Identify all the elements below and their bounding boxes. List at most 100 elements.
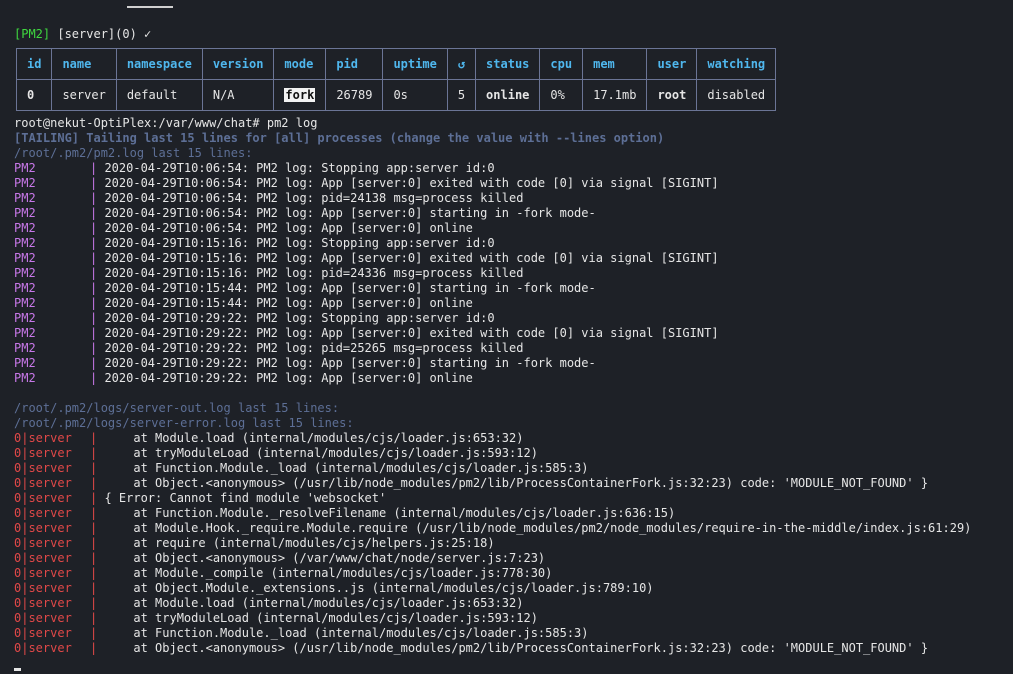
log-separator: | [90, 536, 105, 550]
error-log-line: 0|server | at Object.Module._extensions..… [14, 581, 1004, 596]
pm2-label: PM2 [14, 221, 36, 235]
cell-namespace: default [115, 79, 203, 111]
pm2-label: PM2 [14, 281, 36, 295]
log-text: 2020-04-29T10:06:54: PM2 log: App [serve… [104, 221, 473, 235]
error-log-line: 0|server | at require (internal/modules/c… [14, 536, 1004, 551]
log-text: 2020-04-29T10:06:54: PM2 log: App [serve… [104, 176, 719, 190]
table-header-row: id name namespace version mode pid uptime ↺ stat… [15, 48, 777, 80]
pm2-label: PM2 [14, 326, 36, 340]
cell-status: online [475, 79, 541, 111]
log-text: 2020-04-29T10:15:44: PM2 log: App [serve… [104, 281, 596, 295]
cell-watching: disabled [696, 79, 777, 111]
error-label: 0|server [14, 506, 72, 520]
log-separator: | [90, 431, 105, 445]
column-header: uptime [382, 48, 448, 80]
pm2-log-line: PM2 | 2020-04-29T10:15:44: PM2 log: App [… [14, 296, 1004, 311]
error-label: 0|server [14, 581, 72, 595]
pm2-label: PM2 [14, 176, 36, 190]
log-separator: | [90, 341, 105, 355]
log-separator: | [90, 206, 105, 220]
log-text: at Function.Module._load (internal/modul… [104, 461, 589, 475]
pm2-log-line: PM2 | 2020-04-29T10:15:16: PM2 log: pid=2… [14, 266, 1004, 281]
log-separator: | [90, 326, 105, 340]
log-text: at Object.<anonymous> (/usr/lib/node_mod… [104, 641, 929, 655]
error-label: 0|server [14, 521, 72, 535]
cell-cpu: 0% [539, 79, 584, 111]
error-label: 0|server [14, 626, 72, 640]
cell-name: server [51, 79, 117, 111]
pm2-label: PM2 [14, 296, 36, 310]
cell-version: N/A [201, 79, 275, 111]
error-label: 0|server [14, 461, 72, 475]
error-label: 0|server [14, 641, 72, 655]
error-log-line: 0|server | at Module.load (internal/modul… [14, 431, 1004, 446]
log-separator: | [90, 311, 105, 325]
log-text: at Object.Module._extensions..js (intern… [104, 581, 654, 595]
log-text: at tryModuleLoad (internal/modules/cjs/l… [104, 446, 538, 460]
log-separator: | [90, 641, 105, 655]
pm2-label: PM2 [14, 356, 36, 370]
pm2-label: PM2 [14, 251, 36, 265]
pm2-log-line: PM2 | 2020-04-29T10:29:22: PM2 log: App [… [14, 356, 1004, 371]
out-log-header: /root/.pm2/logs/server-out.log last 15 l… [14, 401, 340, 415]
pm2-log-header: /root/.pm2/pm2.log last 15 lines: [14, 146, 253, 160]
error-label: 0|server [14, 536, 72, 550]
pm2-label: PM2 [14, 341, 36, 355]
error-label: 0|server [14, 566, 72, 580]
error-label: 0|server [14, 431, 72, 445]
log-text: 2020-04-29T10:15:16: PM2 log: App [serve… [104, 251, 719, 265]
column-header: mem [582, 48, 648, 80]
pm2-label: PM2 [14, 191, 36, 205]
pm2-log-line: PM2 | 2020-04-29T10:06:54: PM2 log: App [… [14, 206, 1004, 221]
terminal-cursor [14, 668, 21, 671]
log-text: at require (internal/modules/cjs/helpers… [104, 536, 495, 550]
log-text: 2020-04-29T10:29:22: PM2 log: App [serve… [104, 326, 719, 340]
error-log-line: 0|server | at Module.Hook._require.Module… [14, 521, 1004, 536]
pm2-label: PM2 [14, 311, 36, 325]
error-log-line: 0|server | at Function.Module._resolveFil… [14, 506, 1004, 521]
column-header: user [646, 48, 698, 80]
error-label: 0|server [14, 611, 72, 625]
log-separator: | [90, 446, 105, 460]
error-log-header: /root/.pm2/logs/server-error.log last 15… [14, 416, 354, 430]
process-table: id name namespace version mode pid uptime ↺ stat… [15, 48, 777, 111]
log-text: 2020-04-29T10:29:22: PM2 log: App [serve… [104, 356, 596, 370]
column-header: id [15, 48, 53, 80]
pm2-log-line: PM2 | 2020-04-29T10:06:54: PM2 log: Stopp… [14, 161, 1004, 176]
log-text: at Function.Module._load (internal/modul… [104, 626, 589, 640]
log-text: at Object.<anonymous> (/var/www/chat/nod… [104, 551, 546, 565]
log-text: at Module.load (internal/modules/cjs/loa… [104, 596, 524, 610]
cell-mode: fork [273, 79, 327, 111]
column-header: status [475, 48, 541, 80]
log-separator: | [90, 521, 105, 535]
error-log-line: 0|server | at Object.<anonymous> (/usr/li… [14, 476, 1004, 491]
pm2-prompt-line: [PM2] [server](0) ✓ [14, 27, 151, 42]
log-separator: | [90, 491, 105, 505]
log-separator: | [90, 596, 105, 610]
log-text: 2020-04-29T10:06:54: PM2 log: pid=24138 … [104, 191, 524, 205]
pm2-log-line: PM2 | 2020-04-29T10:29:22: PM2 log: Stopp… [14, 311, 1004, 326]
error-log-line: 0|server | at Object.<anonymous> (/var/ww… [14, 551, 1004, 566]
command-line: root@nekut-OptiPlex:/var/www/chat# pm2 l… [14, 116, 318, 130]
cell-uptime: 0s [382, 79, 448, 111]
pm2-label: PM2 [14, 371, 36, 385]
error-log-line: 0|server | at tryModuleLoad (internal/mod… [14, 446, 1004, 461]
error-log-line: 0|server | { Error: Cannot find module 'w… [14, 491, 1004, 506]
error-log-line: 0|server | at Function.Module._load (inte… [14, 461, 1004, 476]
log-text: 2020-04-29T10:06:54: PM2 log: App [serve… [104, 206, 596, 220]
log-text: at tryModuleLoad (internal/modules/cjs/l… [104, 611, 538, 625]
pm2-log-line: PM2 | 2020-04-29T10:15:16: PM2 log: App [… [14, 251, 1004, 266]
log-text: 2020-04-29T10:06:54: PM2 log: Stopping a… [104, 161, 495, 175]
pm2-log-line: PM2 | 2020-04-29T10:06:54: PM2 log: App [… [14, 176, 1004, 191]
log-text: 2020-04-29T10:15:16: PM2 log: Stopping a… [104, 236, 495, 250]
log-separator: | [90, 266, 105, 280]
error-label: 0|server [14, 596, 72, 610]
pm2-log-line: PM2 | 2020-04-29T10:29:22: PM2 log: pid=2… [14, 341, 1004, 356]
pm2-tag: [PM2] [14, 27, 51, 41]
log-separator: | [90, 176, 105, 190]
error-label: 0|server [14, 491, 72, 505]
pm2-label: PM2 [14, 266, 36, 280]
log-separator: | [90, 461, 105, 475]
server-status-text: [server](0) ✓ [50, 27, 152, 41]
